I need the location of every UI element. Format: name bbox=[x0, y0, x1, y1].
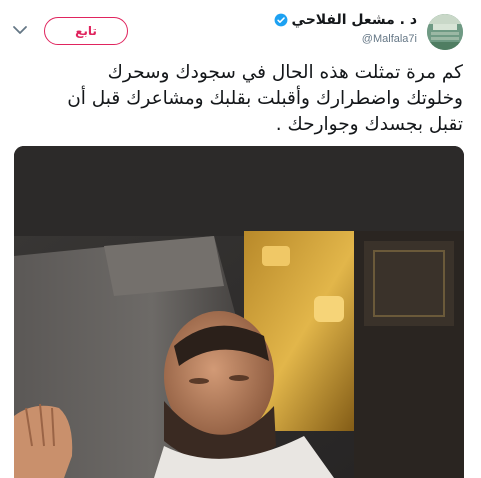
display-name[interactable]: د . مشعل الفلاحي bbox=[292, 12, 417, 28]
chevron-down-icon[interactable] bbox=[12, 22, 28, 38]
follow-button[interactable]: تابع bbox=[44, 17, 128, 45]
user-handle[interactable]: @Malfala7i bbox=[362, 33, 417, 45]
verified-badge-icon bbox=[274, 13, 287, 27]
avatar[interactable] bbox=[427, 14, 463, 50]
photo-icon bbox=[14, 146, 464, 478]
author-name-row[interactable]: د . مشعل الفلاحي bbox=[274, 12, 417, 28]
tweet-card: د . مشعل الفلاحي @Malfala7i تابع كم مرة … bbox=[0, 0, 481, 478]
tweet-media-image[interactable] bbox=[14, 146, 464, 478]
avatar-photo-icon bbox=[427, 14, 463, 50]
tweet-text: كم مرة تمثلت هذه الحال في سجودك وسحرك وخ… bbox=[67, 62, 463, 135]
